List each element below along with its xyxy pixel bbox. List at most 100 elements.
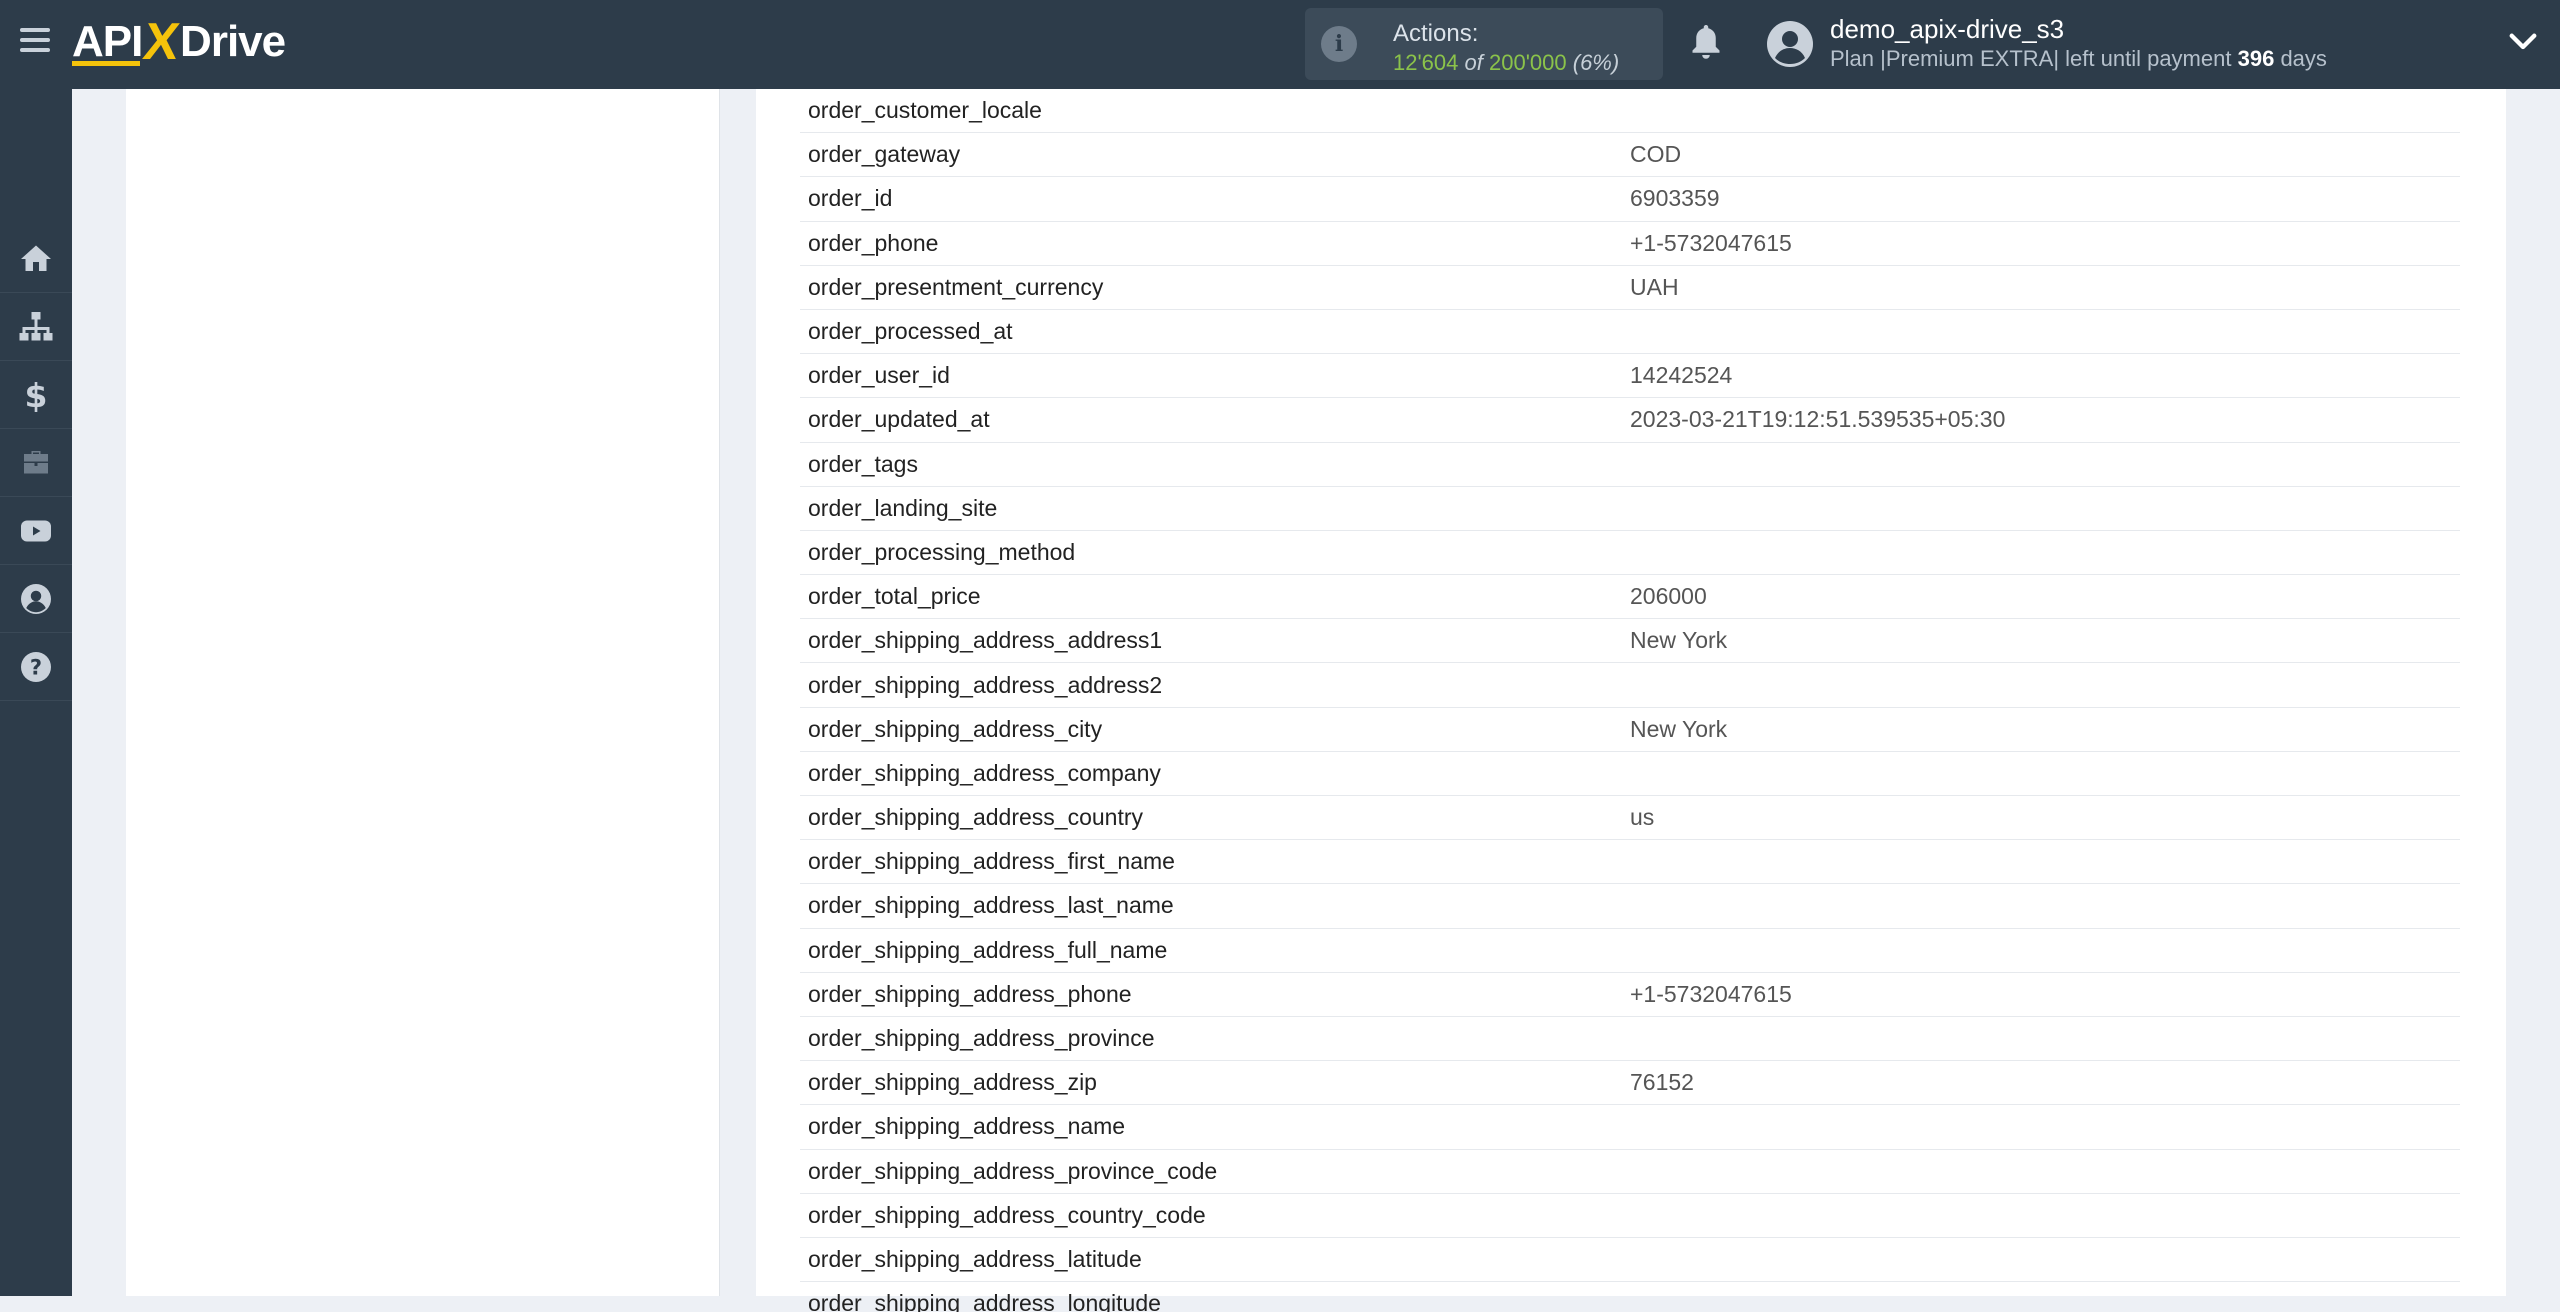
- sidebar-item-home[interactable]: [0, 225, 72, 293]
- apix-drive-logo[interactable]: API X Drive: [72, 13, 286, 71]
- avatar-icon[interactable]: [1766, 20, 1814, 68]
- field-key: order_gateway: [808, 141, 961, 168]
- field-key: order_shipping_address_address2: [808, 671, 1163, 698]
- field-key: order_shipping_address_company: [808, 759, 1161, 786]
- home-icon: [21, 245, 51, 271]
- table-row: order_shipping_address_company: [800, 752, 2460, 796]
- table-row: order_tags: [800, 443, 2460, 487]
- actions-total: 200'000: [1489, 50, 1567, 75]
- field-key: order_shipping_address_zip: [808, 1069, 1097, 1096]
- field-key: order_shipping_address_name: [808, 1113, 1126, 1140]
- table-row: order_customer_locale: [800, 89, 2460, 134]
- actions-usage: 12'604 of 200'000 (6%): [1393, 50, 1619, 76]
- actions-label: Actions:: [1393, 20, 1479, 47]
- field-key: order_shipping_address_province: [808, 1025, 1155, 1052]
- field-value: +1-5732047615: [1630, 980, 1792, 1007]
- plan-info: Plan |Premium EXTRA| left until payment …: [1830, 46, 2327, 72]
- field-key: order_processed_at: [808, 318, 1013, 345]
- logo-underline: [72, 61, 140, 66]
- sidebar-item-connections[interactable]: [0, 293, 72, 361]
- table-row: order_user_id 14242524: [800, 354, 2460, 399]
- field-key: order_shipping_address_phone: [808, 980, 1132, 1007]
- field-value: +1-5732047615: [1630, 229, 1792, 256]
- field-value: UAH: [1630, 273, 1679, 300]
- fields-table: order_customer_locale order_gateway COD ord…: [800, 89, 2460, 1312]
- table-row: order_shipping_address_zip 76152: [800, 1061, 2460, 1106]
- field-key: order_shipping_address_address1: [808, 627, 1163, 654]
- field-value: 206000: [1630, 583, 1707, 610]
- field-key: order_shipping_address_country_code: [808, 1201, 1206, 1228]
- table-row: order_shipping_address_country_code: [800, 1194, 2460, 1238]
- field-value: 14242524: [1630, 362, 1733, 389]
- field-key: order_landing_site: [808, 494, 998, 521]
- actions-percent: (6%): [1572, 50, 1620, 75]
- bell-icon[interactable]: [1688, 22, 1724, 64]
- svg-text:$: $: [25, 377, 48, 413]
- field-key: order_shipping_address_province_code: [808, 1157, 1218, 1184]
- table-row: order_processing_method: [800, 531, 2460, 576]
- sidebar-item-profile[interactable]: [0, 565, 72, 633]
- field-key: order_phone: [808, 229, 939, 256]
- sidebar: $ ?: [0, 89, 72, 1296]
- sitemap-icon: [19, 311, 53, 340]
- field-value: 6903359: [1630, 185, 1720, 212]
- table-row: order_shipping_address_country us: [800, 796, 2460, 841]
- table-row: order_id 6903359: [800, 177, 2460, 222]
- user-circle-icon: [21, 583, 51, 614]
- field-key: order_tags: [808, 450, 918, 477]
- actions-used: 12'604: [1393, 50, 1459, 75]
- field-key: order_shipping_address_first_name: [808, 848, 1175, 875]
- table-row: order_shipping_address_longitude: [800, 1282, 2460, 1312]
- table-row: order_shipping_address_address2: [800, 663, 2460, 708]
- logo-text-drive: Drive: [180, 17, 286, 66]
- youtube-icon: [21, 520, 51, 541]
- menu-toggle-icon[interactable]: [20, 28, 50, 54]
- table-row: order_shipping_address_province: [800, 1017, 2460, 1062]
- table-row: order_updated_at 2023-03-21T19:12:51.5395…: [800, 398, 2460, 443]
- logo-text-api: API: [72, 17, 143, 66]
- field-value: COD: [1630, 141, 1682, 168]
- field-value: New York: [1630, 627, 1728, 654]
- plan-text: Plan |Premium EXTRA| left until payment: [1830, 46, 2232, 71]
- table-row: order_gateway COD: [800, 133, 2460, 178]
- briefcase-icon: [24, 450, 48, 473]
- plan-days: 396: [2237, 46, 2275, 71]
- field-key: order_user_id: [808, 362, 950, 389]
- dollar-icon: $: [25, 377, 48, 413]
- table-row: order_landing_site: [800, 487, 2460, 531]
- field-key: order_processing_method: [808, 538, 1076, 565]
- actions-of: of: [1464, 50, 1483, 75]
- table-row: order_shipping_address_phone +1-573204761…: [800, 973, 2460, 1017]
- top-header: API X Drive i Actions: 12'604 of 200'000…: [0, 0, 2560, 89]
- left-settings-panel: [126, 89, 720, 1296]
- field-value: 76152: [1630, 1069, 1694, 1096]
- actions-counter[interactable]: i Actions: 12'604 of 200'000 (6%): [1305, 8, 1663, 80]
- field-key: order_shipping_address_latitude: [808, 1245, 1142, 1272]
- table-row: order_total_price 206000: [800, 575, 2460, 620]
- field-key: order_shipping_address_longitude: [808, 1290, 1161, 1312]
- field-key: order_shipping_address_city: [808, 715, 1103, 742]
- field-key: order_shipping_address_full_name: [808, 936, 1168, 963]
- sidebar-item-billing[interactable]: $: [0, 361, 72, 429]
- table-row: order_presentment_currency UAH: [800, 266, 2460, 310]
- table-row: order_shipping_address_last_name: [800, 884, 2460, 929]
- username[interactable]: demo_apix-drive_s3: [1830, 14, 2064, 45]
- info-icon: i: [1321, 26, 1357, 62]
- sidebar-item-services[interactable]: [0, 429, 72, 497]
- field-value: us: [1630, 804, 1655, 831]
- field-value: New York: [1630, 715, 1728, 742]
- sidebar-item-help[interactable]: ?: [0, 633, 72, 701]
- table-row: order_phone +1-5732047615: [800, 222, 2460, 266]
- field-key: order_shipping_address_last_name: [808, 892, 1174, 919]
- sidebar-item-video[interactable]: [0, 497, 72, 565]
- field-value: 2023-03-21T19:12:51.539535+05:30: [1630, 406, 2006, 433]
- data-preview-panel: order_customer_locale order_gateway COD ord…: [756, 89, 2506, 1312]
- table-row: order_shipping_address_province_code: [800, 1150, 2460, 1194]
- table-row: order_shipping_address_address1 New York: [800, 619, 2460, 664]
- table-row: order_shipping_address_city New York: [800, 708, 2460, 752]
- field-key: order_updated_at: [808, 406, 990, 433]
- table-row: order_shipping_address_full_name: [800, 929, 2460, 973]
- table-row: order_shipping_address_first_name: [800, 840, 2460, 885]
- chevron-down-icon[interactable]: [2508, 30, 2538, 54]
- plan-days-suffix: days: [2280, 46, 2327, 71]
